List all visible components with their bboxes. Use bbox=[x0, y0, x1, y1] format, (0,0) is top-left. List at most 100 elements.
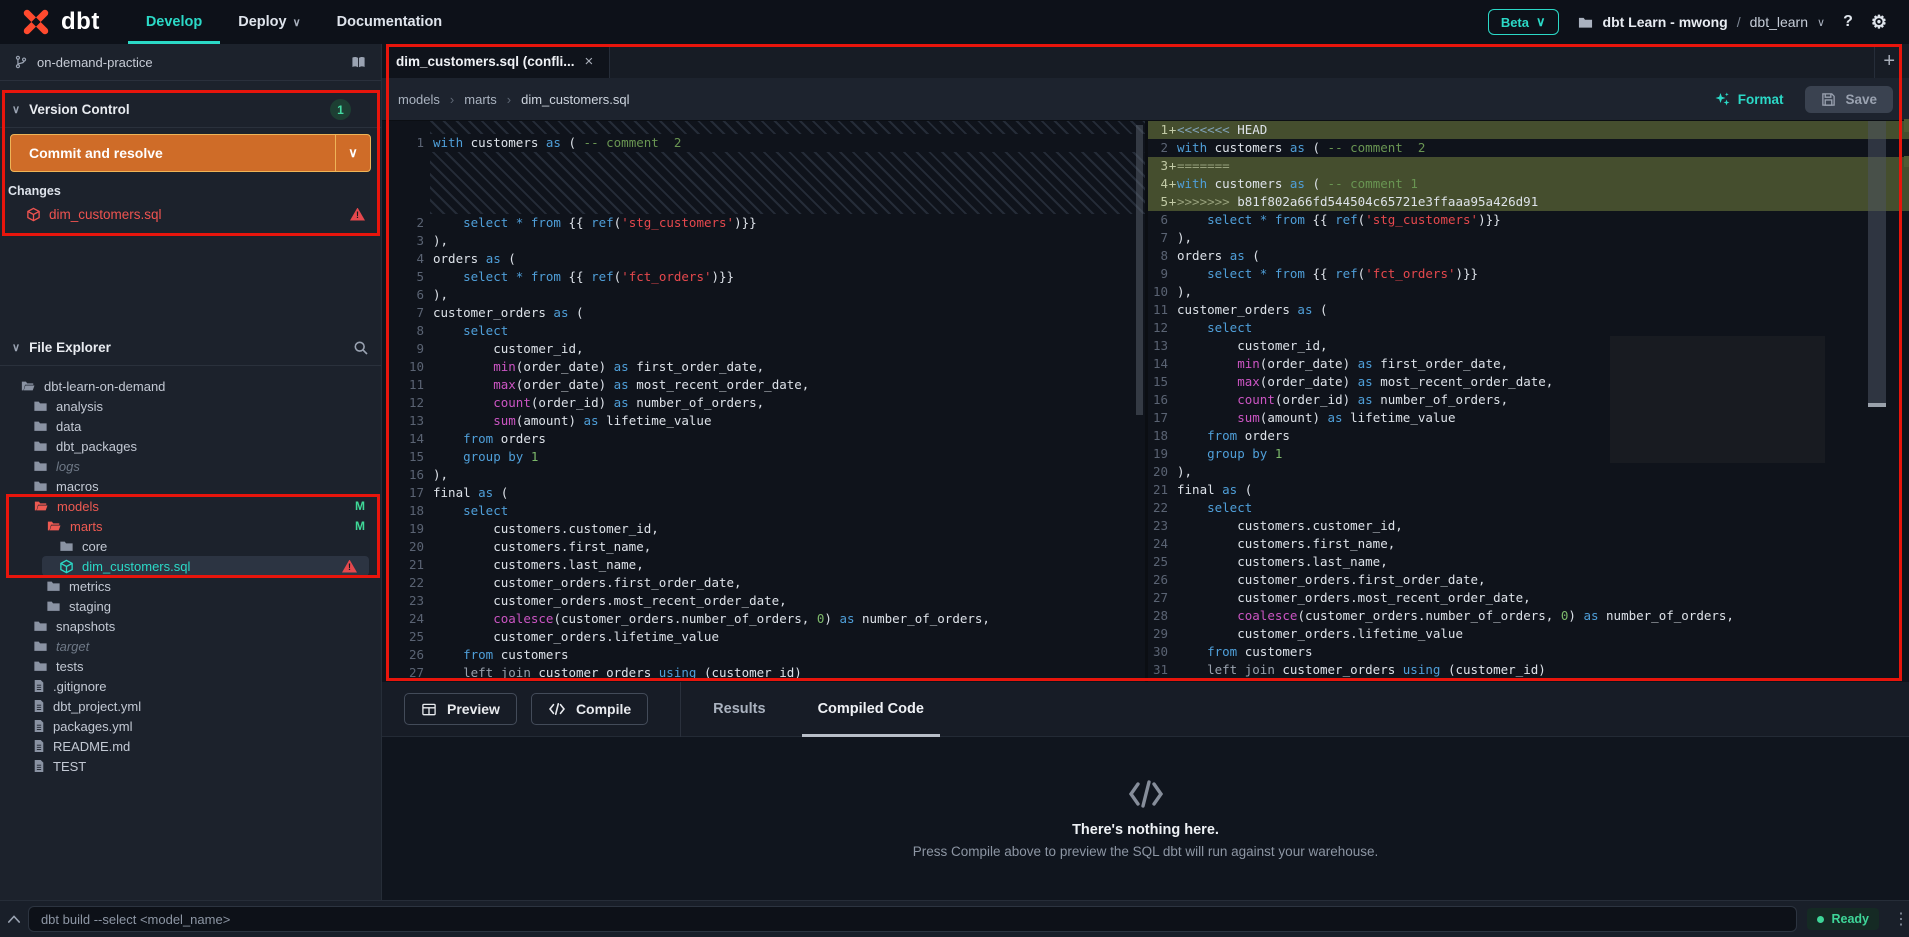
line-number: 29 bbox=[1152, 626, 1168, 641]
close-icon[interactable]: × bbox=[585, 53, 594, 70]
changed-file-item[interactable]: dim_customers.sql bbox=[0, 202, 381, 226]
warning-icon bbox=[342, 559, 357, 573]
line-number: 10 bbox=[1152, 284, 1168, 299]
tree-item-dbt-learn-on-demand[interactable]: dbt-learn-on-demand bbox=[0, 376, 381, 396]
tree-item-target[interactable]: target bbox=[0, 636, 381, 656]
tab-results[interactable]: Results bbox=[709, 682, 769, 737]
tab-title: dim_customers.sql (confli... bbox=[396, 53, 575, 69]
search-icon[interactable] bbox=[353, 340, 369, 356]
project-selector[interactable]: dbt Learn - mwong / dbt_learn ∨ bbox=[1577, 14, 1826, 30]
folder-icon bbox=[33, 439, 48, 453]
tree-item-label: TEST bbox=[53, 758, 87, 774]
version-control-header[interactable]: ∨ Version Control 1 bbox=[0, 92, 381, 127]
tree-item-models[interactable]: models M bbox=[0, 496, 381, 516]
tree-item-.gitignore[interactable]: .gitignore bbox=[0, 676, 381, 696]
divider bbox=[680, 681, 682, 737]
code-line-11: 11 max(order_date) as most_recent_order_… bbox=[382, 376, 1145, 394]
line-number: 17 bbox=[408, 485, 424, 500]
tree-item-label: dbt_packages bbox=[56, 438, 137, 454]
sidebar: on-demand-practice ∨ Version Control 1 C… bbox=[0, 44, 382, 900]
tree-item-dbt_project.yml[interactable]: dbt_project.yml bbox=[0, 696, 381, 716]
folder-icon bbox=[1577, 15, 1594, 30]
version-control-badge: 1 bbox=[330, 99, 351, 120]
warning-icon bbox=[350, 207, 365, 221]
kebab-menu-icon[interactable]: ⋮ bbox=[1893, 909, 1909, 929]
code-line-4: 4 + with customers as ( -- comment 1 bbox=[1148, 175, 1909, 193]
command-input[interactable] bbox=[27, 906, 1798, 932]
code-line-12: 12 count(order_id) as number_of_orders, bbox=[382, 394, 1145, 412]
line-number: 11 bbox=[1152, 302, 1168, 317]
code-line-4: 4 orders as ( bbox=[382, 250, 1145, 268]
scrollbar-thumb[interactable] bbox=[1868, 121, 1886, 404]
help-icon[interactable]: ? bbox=[1843, 13, 1853, 31]
diff-editor: 1 with customers as ( -- comment 2 2 sele… bbox=[382, 121, 1909, 682]
nav-item-deploy[interactable]: Deploy ∨ bbox=[220, 0, 318, 44]
tree-item-data[interactable]: data bbox=[0, 416, 381, 436]
editor-pane-current[interactable]: 1 with customers as ( -- comment 2 2 sele… bbox=[382, 121, 1145, 682]
editor-tab[interactable]: dim_customers.sql (confli... × bbox=[382, 44, 610, 78]
breadcrumb-item: marts bbox=[464, 91, 497, 107]
editor-tab-bar: dim_customers.sql (confli... × + bbox=[382, 44, 1909, 78]
tree-item-README.md[interactable]: README.md bbox=[0, 736, 381, 756]
tree-item-dim_customers.sql[interactable]: dim_customers.sql bbox=[42, 556, 369, 576]
tree-item-analysis[interactable]: analysis bbox=[0, 396, 381, 416]
folder-icon bbox=[33, 659, 48, 673]
line-number: 9 bbox=[1160, 266, 1168, 281]
code-line-2: 2 select * from {{ ref('stg_customers')}… bbox=[382, 214, 1145, 232]
book-icon[interactable] bbox=[350, 55, 367, 70]
gear-icon[interactable]: ⚙ bbox=[1871, 12, 1887, 33]
format-button[interactable]: Format bbox=[1714, 91, 1783, 107]
tree-item-dbt_packages[interactable]: dbt_packages bbox=[0, 436, 381, 456]
code-line-26: 26 customer_orders.first_order_date, bbox=[1148, 571, 1909, 589]
tree-item-TEST[interactable]: TEST bbox=[0, 756, 381, 776]
commit-dropdown-chevron-icon[interactable]: ∨ bbox=[336, 145, 370, 161]
nav-item-documentation[interactable]: Documentation bbox=[319, 0, 461, 44]
file-explorer-header[interactable]: ∨ File Explorer bbox=[0, 330, 381, 365]
tree-item-staging[interactable]: staging bbox=[0, 596, 381, 616]
preview-button[interactable]: Preview bbox=[404, 693, 517, 725]
code-line-27: 27 customer_orders.most_recent_order_dat… bbox=[1148, 589, 1909, 607]
compile-button[interactable]: Compile bbox=[530, 693, 649, 725]
tree-item-label: dbt-learn-on-demand bbox=[44, 378, 166, 394]
empty-title: There's nothing here. bbox=[1072, 822, 1219, 838]
new-tab-button[interactable]: + bbox=[1874, 44, 1903, 78]
line-number: 22 bbox=[408, 575, 424, 590]
tree-item-tests[interactable]: tests bbox=[0, 656, 381, 676]
scrollbar-thumb[interactable] bbox=[1136, 125, 1143, 415]
beta-dropdown[interactable]: Beta ∨ bbox=[1487, 9, 1559, 35]
line-number: 13 bbox=[1152, 338, 1168, 353]
file-icon bbox=[33, 719, 45, 733]
tree-item-macros[interactable]: macros bbox=[0, 476, 381, 496]
tree-item-packages.yml[interactable]: packages.yml bbox=[0, 716, 381, 736]
editor-pane-incoming[interactable]: 1 + <<<<<<< HEAD 2 with customers as ( -- c… bbox=[1148, 121, 1909, 682]
commit-and-resolve-button[interactable]: Commit and resolve ∨ bbox=[10, 134, 371, 172]
tree-item-label: target bbox=[56, 638, 90, 654]
folder-open-icon bbox=[46, 519, 62, 533]
main-nav: Develop Deploy ∨ Documentation bbox=[127, 0, 461, 44]
chevron-down-icon: ∨ bbox=[1817, 16, 1826, 29]
tab-compiled-code[interactable]: Compiled Code bbox=[801, 682, 941, 737]
save-button[interactable]: Save bbox=[1805, 85, 1893, 113]
code-line-24: 24 coalesce(customer_orders.number_of_or… bbox=[382, 610, 1145, 628]
dark-overlay-box bbox=[1610, 336, 1825, 463]
tree-item-logs[interactable]: logs bbox=[0, 456, 381, 476]
branch-selector[interactable]: on-demand-practice bbox=[0, 44, 381, 81]
tree-item-marts[interactable]: marts M bbox=[0, 516, 381, 536]
line-number: 24 bbox=[408, 611, 424, 626]
folder-icon bbox=[33, 479, 48, 493]
tree-item-core[interactable]: core bbox=[0, 536, 381, 556]
line-number: 23 bbox=[1152, 518, 1168, 533]
file-icon bbox=[33, 699, 45, 713]
tree-item-metrics[interactable]: metrics bbox=[0, 576, 381, 596]
dbt-logo[interactable]: dbt bbox=[0, 7, 128, 37]
code-line-23: 23 customers.customer_id, bbox=[1148, 517, 1909, 535]
chevron-down-icon: ∨ bbox=[12, 104, 21, 116]
divider bbox=[0, 365, 381, 366]
chevron-up-icon[interactable] bbox=[0, 914, 28, 924]
line-number: 8 bbox=[1160, 248, 1168, 263]
file-icon bbox=[33, 679, 45, 693]
tree-item-snapshots[interactable]: snapshots bbox=[0, 616, 381, 636]
line-number: 3 bbox=[416, 233, 424, 248]
nav-item-develop[interactable]: Develop bbox=[127, 0, 221, 44]
breadcrumb-separator: › bbox=[506, 91, 512, 107]
